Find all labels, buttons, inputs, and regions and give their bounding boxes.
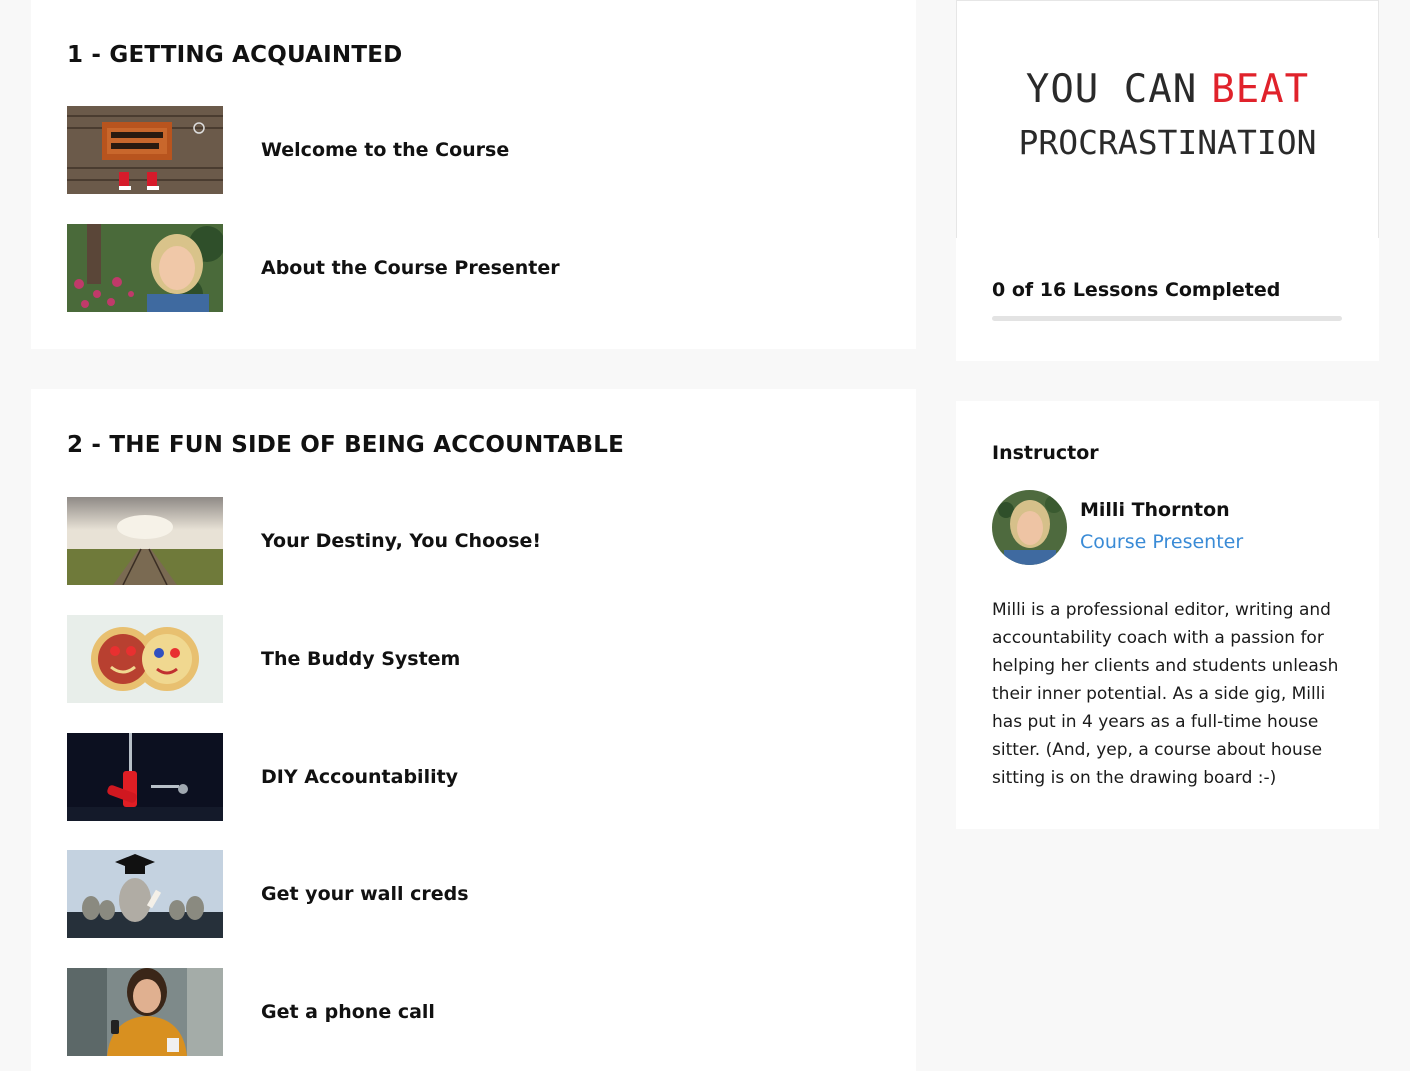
course-logo-card: YOU CAN BEAT PROCRASTINATION xyxy=(956,0,1379,238)
presenter-portrait-image[interactable] xyxy=(67,224,223,312)
course-section-1: 1 - GETTING ACQUAINTED Welcome to the Co… xyxy=(31,0,916,349)
course-progress-card: 0 of 16 Lessons Completed xyxy=(956,238,1379,361)
lesson-item-diy[interactable]: DIY Accountability xyxy=(67,733,887,821)
screwdrivers-image[interactable] xyxy=(67,733,223,821)
graduation-stones-image[interactable] xyxy=(67,850,223,938)
lesson-title[interactable]: Get a phone call xyxy=(261,1001,435,1023)
section-title: 1 - GETTING ACQUAINTED xyxy=(67,42,403,68)
instructor-avatar xyxy=(992,490,1067,565)
instructor-name: Milli Thornton xyxy=(1080,499,1230,521)
lesson-title[interactable]: The Buddy System xyxy=(261,648,460,670)
course-logo-text: YOU CAN xyxy=(1025,67,1198,112)
instructor-card: Instructor Milli Thornton Course Present… xyxy=(956,401,1379,829)
welcome-doormat-image[interactable] xyxy=(67,106,223,194)
course-logo-accent-text: BEAT xyxy=(1211,67,1310,112)
lesson-item-phone-call[interactable]: Get a phone call xyxy=(67,968,887,1056)
course-logo-line1: YOU CAN BEAT xyxy=(957,67,1378,112)
lesson-item-buddy[interactable]: The Buddy System xyxy=(67,615,887,703)
railroad-field-image[interactable] xyxy=(67,497,223,585)
lesson-title[interactable]: Your Destiny, You Choose! xyxy=(261,530,541,552)
instructor-bio: Milli is a professional editor, writing … xyxy=(992,600,1339,788)
smiley-cookies-image[interactable] xyxy=(67,615,223,703)
progress-label: 0 of 16 Lessons Completed xyxy=(992,279,1281,301)
lesson-item-presenter[interactable]: About the Course Presenter xyxy=(67,224,887,312)
instructor-heading: Instructor xyxy=(992,442,1099,464)
lesson-title[interactable]: DIY Accountability xyxy=(261,766,458,788)
lesson-title[interactable]: Welcome to the Course xyxy=(261,139,509,161)
lesson-item-destiny[interactable]: Your Destiny, You Choose! xyxy=(67,497,887,585)
section-title: 2 - THE FUN SIDE OF BEING ACCOUNTABLE xyxy=(67,432,625,458)
instructor-role-link[interactable]: Course Presenter xyxy=(1080,531,1243,553)
lesson-title[interactable]: About the Course Presenter xyxy=(261,257,560,279)
course-section-2: 2 - THE FUN SIDE OF BEING ACCOUNTABLE Yo… xyxy=(31,389,916,1071)
lesson-title[interactable]: Get your wall creds xyxy=(261,883,469,905)
lesson-item-welcome[interactable]: Welcome to the Course xyxy=(67,106,887,194)
progress-bar xyxy=(992,316,1342,321)
lesson-item-wall-creds[interactable]: Get your wall creds xyxy=(67,850,887,938)
course-logo-line2: PROCRASTINATION xyxy=(1018,123,1317,162)
woman-phone-image[interactable] xyxy=(67,968,223,1056)
